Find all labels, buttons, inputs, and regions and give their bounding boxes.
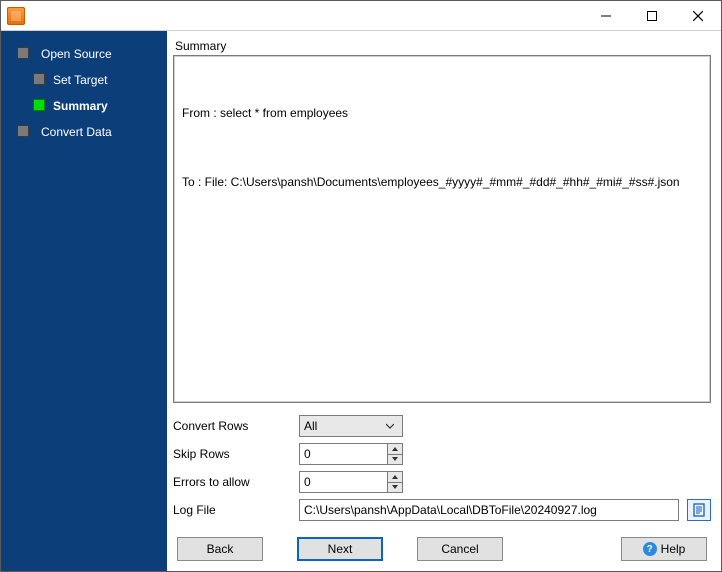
help-button-label: Help	[661, 542, 686, 556]
wizard-step-summary[interactable]: Summary	[1, 93, 167, 119]
close-icon	[693, 11, 703, 21]
wizard-step-open-source[interactable]: Open Source	[1, 41, 167, 67]
errors-up-button[interactable]	[388, 472, 402, 483]
summary-section-label: Summary	[175, 39, 711, 53]
titlebar	[1, 1, 721, 31]
errors-down-button[interactable]	[388, 483, 402, 493]
next-button[interactable]: Next	[297, 537, 383, 561]
back-button-label: Back	[207, 542, 234, 556]
cancel-button-label: Cancel	[441, 542, 478, 556]
wizard-step-label: Open Source	[41, 47, 112, 61]
convert-rows-label: Convert Rows	[173, 419, 291, 433]
summary-to-line: To : File: C:\Users\pansh\Documents\empl…	[182, 172, 702, 192]
wizard-button-row: Back Next Cancel ? Help	[173, 537, 711, 565]
triangle-up-icon	[392, 475, 398, 479]
triangle-down-icon	[392, 457, 398, 461]
maximize-icon	[647, 11, 657, 21]
wizard-step-label: Set Target	[53, 73, 107, 87]
skip-rows-up-button[interactable]	[388, 444, 402, 455]
app-icon	[7, 7, 25, 25]
help-button[interactable]: ? Help	[621, 537, 707, 561]
window-body: Open Source Set Target Summary Convert Data…	[1, 31, 721, 571]
wizard-sidebar: Open Source Set Target Summary Convert Data	[1, 31, 167, 571]
summary-textarea[interactable]: From : select * from employees To : File…	[173, 55, 711, 403]
next-button-label: Next	[328, 542, 353, 556]
triangle-down-icon	[392, 485, 398, 489]
chevron-down-icon	[382, 419, 398, 433]
convert-rows-select[interactable]: All	[299, 415, 403, 437]
wizard-step-set-target[interactable]: Set Target	[1, 67, 167, 93]
wizard-steps-tree: Open Source Set Target Summary Convert Data	[1, 41, 167, 145]
main-panel: Summary From : select * from employees T…	[167, 31, 721, 571]
errors-to-allow-stepper[interactable]: 0	[299, 471, 403, 493]
minimize-button[interactable]	[583, 1, 629, 31]
maximize-button[interactable]	[629, 1, 675, 31]
minimize-icon	[601, 11, 611, 21]
skip-rows-stepper[interactable]: 0	[299, 443, 403, 465]
log-file-value: C:\Users\pansh\AppData\Local\DBToFile\20…	[304, 503, 597, 517]
step-node-icon	[33, 73, 45, 85]
skip-rows-value[interactable]: 0	[299, 443, 387, 465]
step-node-icon	[17, 125, 29, 137]
convert-rows-value: All	[304, 419, 317, 433]
back-button[interactable]: Back	[177, 537, 263, 561]
skip-rows-down-button[interactable]	[388, 455, 402, 465]
skip-rows-label: Skip Rows	[173, 447, 291, 461]
summary-from-line: From : select * from employees	[182, 103, 702, 123]
wizard-step-label: Convert Data	[41, 125, 112, 139]
errors-to-allow-label: Errors to allow	[173, 475, 291, 489]
help-icon: ?	[643, 542, 657, 556]
triangle-up-icon	[392, 447, 398, 451]
document-icon	[692, 503, 706, 517]
cancel-button[interactable]: Cancel	[417, 537, 503, 561]
app-window: Open Source Set Target Summary Convert Data…	[0, 0, 722, 572]
wizard-step-label: Summary	[53, 99, 108, 113]
errors-to-allow-value[interactable]: 0	[299, 471, 387, 493]
options-grid: Convert Rows All Skip Rows 0	[173, 415, 711, 521]
log-file-input[interactable]: C:\Users\pansh\AppData\Local\DBToFile\20…	[299, 499, 679, 521]
log-file-label: Log File	[173, 503, 291, 517]
log-file-browse-button[interactable]	[687, 499, 711, 521]
wizard-step-convert-data[interactable]: Convert Data	[1, 119, 167, 145]
step-node-icon	[17, 47, 29, 59]
close-button[interactable]	[675, 1, 721, 31]
step-node-icon	[33, 99, 45, 111]
